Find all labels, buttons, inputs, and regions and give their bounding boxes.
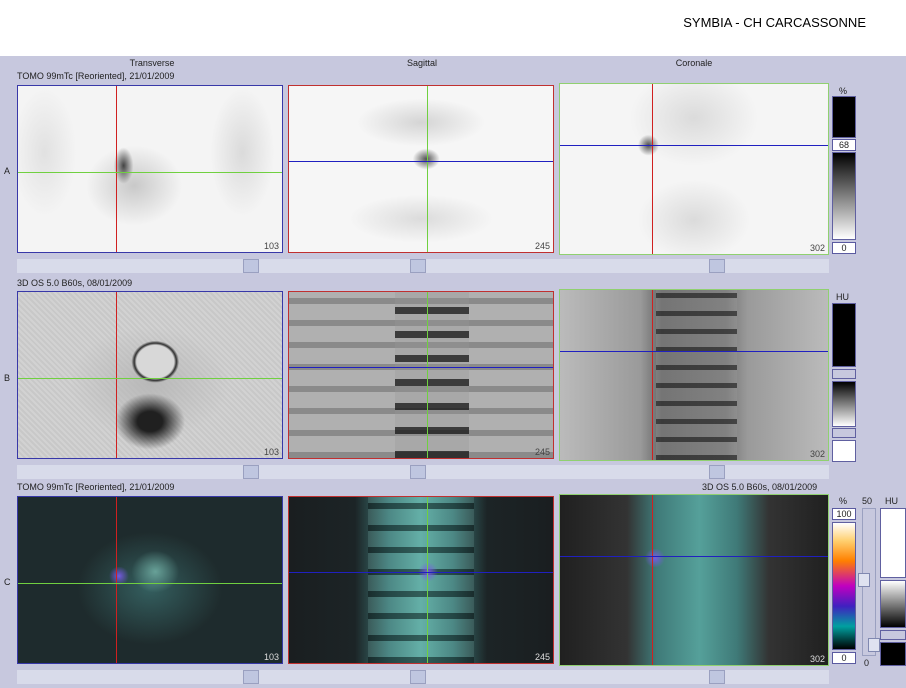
colorbar-c-ct-top-block bbox=[880, 508, 906, 578]
colorbar-c-ct-bottom-block bbox=[880, 642, 906, 666]
slice-number: 302 bbox=[809, 654, 825, 664]
colorbar-b-lower-handle[interactable] bbox=[832, 428, 856, 438]
colorbar-a-unit: % bbox=[839, 86, 848, 96]
colorbar-c-ct-handle[interactable] bbox=[880, 630, 906, 640]
cursor-horizontal[interactable] bbox=[18, 378, 282, 379]
col-header-transverse: Transverse bbox=[129, 58, 175, 68]
cursor-horizontal[interactable] bbox=[560, 351, 828, 352]
view-b-sagittal[interactable]: 245 bbox=[288, 291, 554, 459]
row-b-label: B bbox=[4, 373, 11, 383]
cursor-vertical[interactable] bbox=[427, 497, 428, 663]
row-c-coronal-slider[interactable] bbox=[709, 670, 725, 684]
colorbar-c-max-value[interactable]: 100 bbox=[832, 508, 856, 520]
slice-number: 302 bbox=[809, 449, 825, 459]
cursor-horizontal[interactable] bbox=[289, 161, 553, 162]
view-c-coronal[interactable]: 302 bbox=[559, 494, 829, 666]
cursor-horizontal[interactable] bbox=[560, 145, 828, 146]
header: SYMBIA - CH CARCASSONNE bbox=[0, 0, 906, 56]
row-b-transverse-slider[interactable] bbox=[243, 465, 259, 479]
colorbar-a-max-value[interactable]: 68 bbox=[832, 139, 856, 151]
view-a-transverse[interactable]: 103 bbox=[17, 85, 283, 253]
cursor-vertical[interactable] bbox=[652, 84, 653, 254]
view-a-sagittal[interactable]: 245 bbox=[288, 85, 554, 253]
cursor-vertical[interactable] bbox=[427, 292, 428, 458]
view-c-sagittal[interactable]: 245 bbox=[288, 496, 554, 664]
slice-number: 245 bbox=[534, 652, 550, 662]
spine-texture bbox=[394, 292, 469, 458]
col-header-sagittal: Sagittal bbox=[406, 58, 438, 68]
cursor-horizontal[interactable] bbox=[560, 556, 828, 557]
cursor-horizontal[interactable] bbox=[289, 572, 553, 573]
cursor-horizontal[interactable] bbox=[18, 583, 282, 584]
slice-number: 103 bbox=[263, 652, 279, 662]
header-title: SYMBIA - CH CARCASSONNE bbox=[683, 15, 866, 30]
colorbar-b-top-block bbox=[832, 303, 856, 367]
opacity-slider-thumb[interactable] bbox=[858, 573, 870, 587]
row-c-transverse-slider[interactable] bbox=[243, 670, 259, 684]
uptake-hotspot bbox=[644, 549, 666, 567]
cursor-vertical[interactable] bbox=[116, 497, 117, 663]
slice-number: 302 bbox=[809, 243, 825, 253]
row-b-sagittal-slider[interactable] bbox=[410, 465, 426, 479]
row-a-sagittal-slider[interactable] bbox=[410, 259, 426, 273]
cursor-vertical[interactable] bbox=[652, 495, 653, 665]
cursor-vertical[interactable] bbox=[652, 290, 653, 460]
slice-number: 103 bbox=[263, 241, 279, 251]
row-c-label: C bbox=[4, 577, 11, 587]
colorbar-b-gradient[interactable] bbox=[832, 381, 856, 427]
colorbar-c-threshold: 50 bbox=[862, 496, 873, 506]
colorbar-c-spect-gradient[interactable] bbox=[832, 522, 856, 650]
colorbar-b-unit: HU bbox=[836, 292, 849, 302]
view-b-transverse[interactable]: 103 bbox=[17, 291, 283, 459]
colorbar-c-ct-gradient[interactable] bbox=[880, 580, 906, 628]
row-c-series-ct: 3D OS 5.0 B60s, 08/01/2009 bbox=[702, 482, 818, 492]
spine-texture bbox=[656, 290, 737, 460]
opacity-slider-lower-thumb[interactable] bbox=[868, 638, 880, 652]
colorbar-c-spect-unit: % bbox=[839, 496, 848, 506]
row-a-coronal-slider[interactable] bbox=[709, 259, 725, 273]
cursor-vertical[interactable] bbox=[116, 86, 117, 252]
view-a-coronal[interactable]: 302 bbox=[559, 83, 829, 255]
row-b-coronal-slider[interactable] bbox=[709, 465, 725, 479]
cursor-horizontal[interactable] bbox=[18, 172, 282, 173]
slice-number: 245 bbox=[534, 447, 550, 457]
col-header-coronal: Coronale bbox=[675, 58, 713, 68]
view-c-transverse[interactable]: 103 bbox=[17, 496, 283, 664]
slice-number: 245 bbox=[534, 241, 550, 251]
cursor-horizontal[interactable] bbox=[289, 367, 553, 368]
colorbar-b-upper-handle[interactable] bbox=[832, 369, 856, 379]
slice-number: 103 bbox=[263, 447, 279, 457]
colorbar-c-min-value[interactable]: 0 bbox=[832, 652, 856, 664]
row-a-transverse-slider[interactable] bbox=[243, 259, 259, 273]
row-b-series: 3D OS 5.0 B60s, 08/01/2009 bbox=[17, 278, 133, 288]
view-b-coronal[interactable]: 302 bbox=[559, 289, 829, 461]
colorbar-a-gradient[interactable] bbox=[832, 152, 856, 240]
row-c-series-spect: TOMO 99mTc [Reoriented], 21/01/2009 bbox=[17, 482, 175, 492]
cursor-vertical[interactable] bbox=[427, 86, 428, 252]
colorbar-a-top-block bbox=[832, 96, 856, 138]
row-c-sagittal-slider[interactable] bbox=[410, 670, 426, 684]
row-a-series: TOMO 99mTc [Reoriented], 21/01/2009 bbox=[17, 71, 175, 81]
opacity-zero-label: 0 bbox=[864, 658, 870, 668]
colorbar-b-bottom-block bbox=[832, 440, 856, 462]
row-a-label: A bbox=[4, 166, 11, 176]
colorbar-c-ct-unit: HU bbox=[885, 496, 898, 506]
spine-texture bbox=[368, 497, 474, 663]
cursor-vertical[interactable] bbox=[116, 292, 117, 458]
colorbar-a-min-value[interactable]: 0 bbox=[832, 242, 856, 254]
